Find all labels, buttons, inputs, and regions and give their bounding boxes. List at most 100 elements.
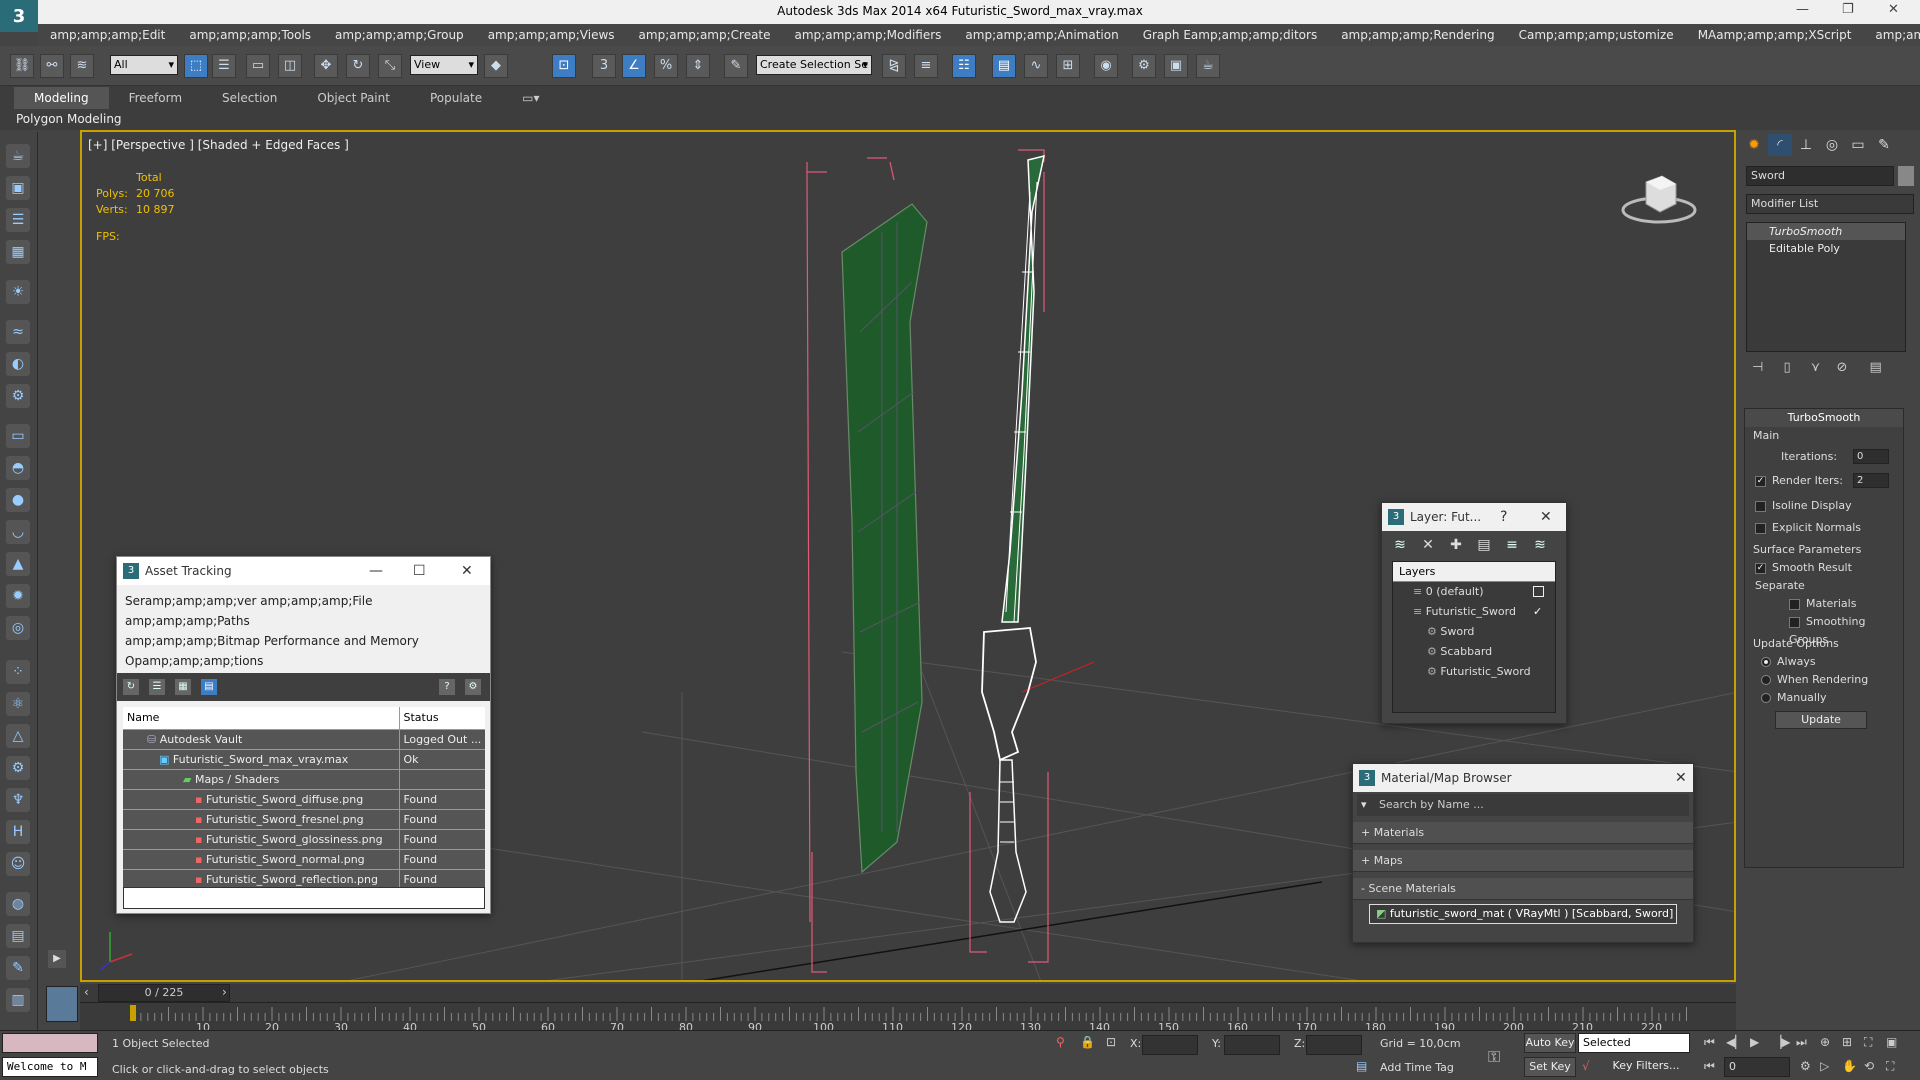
close-icon[interactable]: ✕	[461, 557, 473, 585]
zoom-extents-icon[interactable]: ⛶	[1864, 1035, 1872, 1050]
arc-icon[interactable]: ◐	[6, 352, 30, 376]
hf-icon[interactable]: H	[6, 820, 30, 844]
maps-section[interactable]: + Maps	[1353, 850, 1693, 872]
table-row[interactable]: ▪ Futuristic_Sword_normal.png Found	[123, 849, 485, 870]
tab-freeform[interactable]: Freeform	[109, 91, 202, 105]
close-icon[interactable]: ✕	[1888, 2, 1899, 17]
display-tab-icon[interactable]: ▭	[1846, 134, 1870, 156]
sword-blade[interactable]	[1001, 154, 1045, 623]
list-item[interactable]: ≡ 0 (default)	[1393, 582, 1555, 602]
materials-section[interactable]: + Materials	[1353, 822, 1693, 844]
ribbon-options-icon[interactable]: ▭▾	[502, 91, 559, 105]
table-row[interactable]: ▣ Futuristic_Sword_max_vray.max Ok	[123, 749, 485, 770]
rect-region-icon[interactable]: ▭	[246, 54, 270, 78]
scabbard-mesh[interactable]	[841, 203, 928, 874]
unlink-icon[interactable]: ⚯	[40, 54, 64, 78]
sun-icon[interactable]: ✹	[6, 584, 30, 608]
asset-menu-row3[interactable]: Opamp;amp;amp;tions	[125, 651, 482, 671]
manually-radio[interactable]	[1761, 693, 1771, 703]
disc-icon[interactable]: ◎	[6, 616, 30, 640]
polygon-modeling-label[interactable]: Polygon Modeling	[16, 112, 122, 126]
rendered-frame-icon[interactable]: ▣	[1164, 54, 1188, 78]
cone-icon[interactable]: ▲	[6, 552, 30, 576]
welcome-field[interactable]: Welcome to M	[2, 1057, 98, 1077]
key-mode-icon[interactable]: ⏮	[1704, 1059, 1715, 1074]
refresh-icon[interactable]: ↻	[123, 679, 139, 695]
close-icon[interactable]: ✕	[1540, 503, 1552, 531]
paint-icon[interactable]: ✎	[6, 956, 30, 980]
table-view-icon[interactable]: ▦	[175, 679, 191, 695]
list-item[interactable]: ⚙ Futuristic_Sword	[1393, 662, 1555, 682]
schematic-view-icon[interactable]: ⊞	[1056, 54, 1080, 78]
explicit-normals-checkbox[interactable]	[1755, 522, 1766, 534]
selection-filter-dropdown[interactable]: All	[110, 55, 178, 75]
utilities-tab-icon[interactable]: ✎	[1872, 134, 1896, 156]
menu-customize[interactable]: Camp;amp;amp;ustomize	[1507, 28, 1686, 42]
link-icon[interactable]: ⛓	[10, 54, 34, 78]
menu-group[interactable]: amp;amp;amp;Group	[323, 28, 476, 42]
sphere-icon[interactable]: ●	[6, 488, 30, 512]
help-icon[interactable]: ?	[1500, 503, 1507, 531]
menu-rendering[interactable]: amp;amp;amp;Rendering	[1329, 28, 1506, 42]
spring-icon[interactable]: ≈	[6, 320, 30, 344]
maximize-viewport-icon[interactable]: ⛶	[1886, 1059, 1894, 1074]
menu-edit[interactable]: amp;amp;amp;Edit	[38, 28, 177, 42]
pan-icon[interactable]: ✋	[1842, 1059, 1857, 1073]
add-layer-icon[interactable]: ✚	[1448, 537, 1464, 553]
layer-manager-icon[interactable]: ☷	[952, 54, 976, 78]
z-coordinate-field[interactable]	[1306, 1035, 1362, 1055]
curve-editor-icon[interactable]: ∿	[1024, 54, 1048, 78]
zoom-extents-all-icon[interactable]: ▣	[1886, 1035, 1897, 1049]
go-to-start-icon[interactable]: ⏮	[1704, 1035, 1715, 1050]
list-item[interactable]: ⚙ Sword	[1393, 622, 1555, 642]
orbit-icon[interactable]: ⟲	[1864, 1059, 1874, 1073]
isoline-checkbox[interactable]	[1755, 500, 1766, 512]
move-icon[interactable]: ✥	[314, 54, 338, 78]
object-color-swatch[interactable]	[1898, 166, 1914, 186]
highlight-layer-icon[interactable]: ≡	[1504, 537, 1520, 553]
scene-materials-section[interactable]: - Scene Materials	[1353, 878, 1693, 900]
go-to-end-icon[interactable]: ⏭	[1796, 1035, 1807, 1050]
play-icon[interactable]: ▶	[1750, 1035, 1759, 1049]
prev-frame-icon[interactable]: ‹	[84, 985, 89, 999]
snap-toggle-icon[interactable]: 3	[592, 54, 616, 78]
always-radio[interactable]	[1761, 657, 1771, 667]
show-end-result-icon[interactable]: ▯	[1783, 360, 1790, 375]
menu-animation[interactable]: amp;amp;amp;Animation	[953, 28, 1130, 42]
dots-icon[interactable]: ⁘	[6, 660, 30, 684]
help-icon[interactable]: ?	[439, 679, 455, 695]
render-iters-checkbox[interactable]: ✓	[1755, 475, 1766, 487]
zoom-icon[interactable]: ⊕	[1820, 1035, 1830, 1049]
prev-key-icon[interactable]: ◀▏	[1726, 1035, 1744, 1049]
fov-icon[interactable]: ▷	[1820, 1059, 1829, 1073]
render-icon[interactable]: ▤	[6, 924, 30, 948]
when-rendering-radio[interactable]	[1761, 675, 1771, 685]
menu-modifiers[interactable]: amp;amp;amp;Modifiers	[783, 28, 954, 42]
layer-stack-icon[interactable]: ≋	[1392, 537, 1408, 553]
key-mode-dropdown[interactable]: Selected	[1578, 1033, 1690, 1053]
asset-path-field[interactable]	[123, 887, 485, 909]
table-row[interactable]: ▪ Futuristic_Sword_reflection.png Found	[123, 869, 485, 890]
select-object-icon[interactable]: ⬚	[184, 54, 208, 78]
material-item[interactable]: ◩ futuristic_sword_mat ( VRayMtl ) [Scab…	[1369, 904, 1677, 924]
absolute-mode-icon[interactable]: ⊡	[1106, 1035, 1116, 1049]
named-selection-dropdown[interactable]: Create Selection Se	[756, 55, 872, 75]
grid-icon[interactable]: ▦	[6, 240, 30, 264]
x-coordinate-field[interactable]	[1142, 1035, 1198, 1055]
object-name-field[interactable]: Sword	[1746, 166, 1894, 186]
select-layer-icon[interactable]: ▤	[1476, 537, 1492, 553]
rotate-icon[interactable]: ↻	[346, 54, 370, 78]
delete-layer-icon[interactable]: ✕	[1420, 537, 1436, 553]
make-unique-icon[interactable]: ⋎	[1811, 360, 1821, 375]
render-iters-spinner[interactable]: 2	[1853, 473, 1889, 488]
material-search-field[interactable]: ▾ Search by Name ...	[1357, 794, 1689, 816]
grid-view-icon[interactable]: ▤	[201, 679, 217, 695]
update-button[interactable]: Update	[1775, 711, 1867, 729]
next-key-icon[interactable]: ▕▶	[1772, 1035, 1790, 1049]
set-key-button[interactable]: Set Key	[1524, 1057, 1576, 1077]
key-icon[interactable]: ⚿	[1488, 1047, 1500, 1067]
pivot-center-icon[interactable]: ◆	[484, 54, 508, 78]
settings-icon[interactable]: ⚙	[465, 679, 481, 695]
restore-icon[interactable]: ❐	[1842, 2, 1854, 17]
configure-sets-icon[interactable]: ▤	[1869, 360, 1881, 375]
